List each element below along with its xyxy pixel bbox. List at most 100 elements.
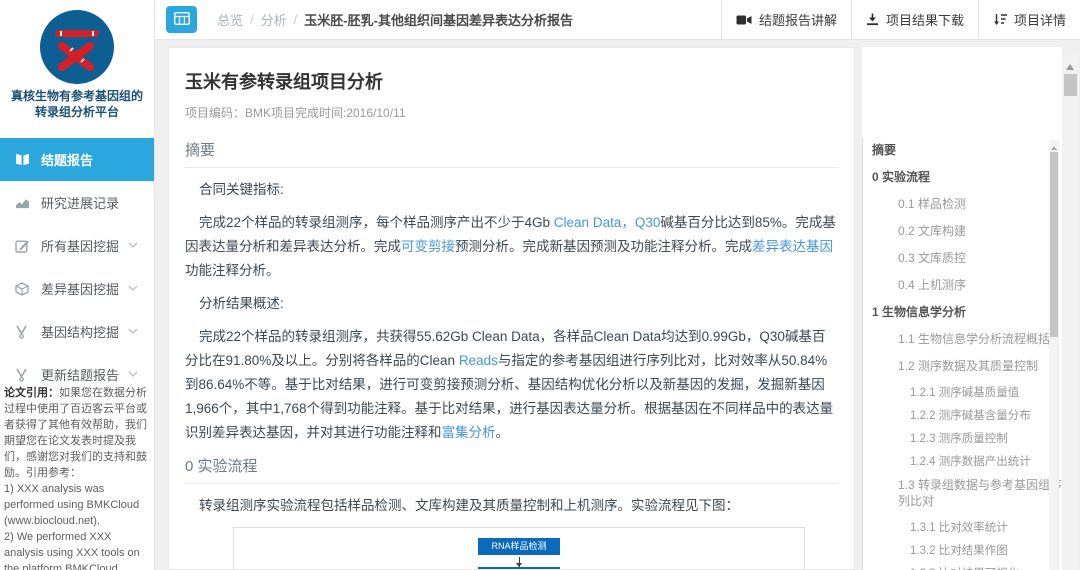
chevron-down-icon: [128, 285, 138, 291]
breadcrumb-separator: /: [294, 12, 298, 27]
inline-link[interactable]: Clean Data，Q30: [554, 215, 661, 230]
sidebar-menu: 结题报告研究进展记录所有基因挖掘差异基因挖掘基因结构挖掘更新结题报告: [0, 138, 154, 396]
sidebar-item-label: 更新结题报告: [41, 365, 119, 384]
toc-scrollbar-thumb[interactable]: [1050, 152, 1058, 337]
toc-item[interactable]: 1.3.1 比对效率统计: [872, 520, 1064, 536]
experiment-flowchart: RNA样品检测mRNA富集、反转录末端修复、3'加A连接接头PCR富集: [233, 527, 805, 570]
page-title: 玉米有参转录组项目分析: [185, 68, 838, 94]
toc-item[interactable]: 1.2 测序数据及其质量控制: [872, 358, 1064, 374]
inline-link[interactable]: 差异表达基因: [752, 239, 833, 254]
paragraph-text: 功能注释分析。: [185, 263, 280, 278]
sidebar-item-label: 差异基因挖掘: [41, 279, 119, 298]
platform-name: 真核生物有参考基因组的 转录组分析平台: [0, 88, 154, 120]
toc-scrollbar-up-arrow-icon[interactable]: [1051, 143, 1057, 150]
flowchart-steps: RNA样品检测mRNA富集、反转录末端修复、3'加A连接接头PCR富集: [234, 538, 804, 570]
sidebar-item-label: 所有基因挖掘: [41, 236, 119, 255]
sidebar-item-label: 研究进展记录: [41, 193, 119, 212]
report-paragraph: 合同关键指标:: [185, 178, 838, 202]
progress-chart-icon: [15, 195, 32, 210]
toc-left-border: [862, 138, 863, 570]
report-paragraph: 完成22个样品的转录组测序，共获得55.62Gb Clean Data，各样品C…: [185, 325, 838, 445]
paragraph-text: 。: [496, 425, 510, 440]
cube-icon: [15, 281, 32, 296]
toc-item[interactable]: 0.1 样品检测: [872, 196, 1064, 212]
citation-ref-1: 1) XXX analysis was performed using BMKC…: [4, 481, 150, 529]
toc-item[interactable]: 0 实验流程: [872, 169, 1064, 185]
abstract-paragraphs: 合同关键指标: 完成22个样品的转录组测序，每个样品测序产出不少于4Gb Clea…: [185, 178, 838, 445]
toc-item[interactable]: 1.3.2 比对结果作图: [872, 543, 1064, 559]
sidebar-item-label: 结题报告: [41, 150, 93, 169]
toc-item[interactable]: 1.2.2 测序碱基含量分布: [872, 408, 1064, 424]
section-divider: [185, 167, 838, 168]
toc-item[interactable]: 摘要: [872, 142, 1064, 158]
breadcrumb-link[interactable]: 分析: [261, 10, 287, 29]
inline-link[interactable]: 可变剪接: [401, 239, 455, 254]
menu-toggle-icon: [174, 12, 190, 28]
breadcrumb-separator: /: [250, 12, 254, 27]
sidebar-item-研究进展记录[interactable]: 研究进展记录: [0, 181, 154, 224]
sidebar-item-所有基因挖掘[interactable]: 所有基因挖掘: [0, 224, 154, 267]
inline-link[interactable]: 富集分析: [442, 425, 496, 440]
action-button-结题报告讲解[interactable]: 结题报告讲解: [721, 0, 851, 39]
action-button-label: 项目详情: [1014, 10, 1066, 29]
toc-item[interactable]: 1.2.1 测序碱基质量值: [872, 385, 1064, 401]
toc-item[interactable]: 1.3.3 比对结果可视化: [872, 566, 1064, 570]
citation-label: 论文引用：: [4, 387, 59, 399]
report-paragraph: 分析结果概述:: [185, 292, 838, 316]
inline-link[interactable]: Reads: [459, 353, 498, 368]
action-button-项目结果下载[interactable]: 项目结果下载: [851, 0, 978, 39]
page-scrollbar[interactable]: [1062, 55, 1079, 570]
toc-item[interactable]: 0.2 文库构建: [872, 223, 1064, 239]
report-content: 玉米有参转录组项目分析 项目编码：BMK项目完成时间:2016/10/11 摘要…: [168, 47, 855, 570]
toc-item[interactable]: 1.1 生物信息学分析流程概括: [872, 331, 1064, 347]
detail-icon: [993, 13, 1007, 26]
sidebar-item-基因结构挖掘[interactable]: 基因结构挖掘: [0, 310, 154, 353]
flow-arrow-down-icon: [519, 557, 520, 567]
topbar: 总览 / 分析 / 玉米胚-胚乳-其他组织间基因差异表达分析报告 结题报告讲解 项目结果下…: [155, 0, 1080, 40]
section-heading-experiment-flow: 0 实验流程: [185, 455, 838, 476]
paragraph-text: 分析结果概述:: [199, 296, 284, 311]
sidebar-item-差异基因挖掘[interactable]: 差异基因挖掘: [0, 267, 154, 310]
experiment-flow-intro: 转录组测序实验流程包括样品检测、文库构建及其质量控制和上机测序。实验流程见下图：: [185, 494, 838, 518]
topbar-actions: 结题报告讲解 项目结果下载 项目详情: [721, 0, 1080, 39]
chevron-down-icon: [128, 328, 138, 334]
toc-item[interactable]: 0.4 上机测序: [872, 277, 1064, 293]
logo-icon: [40, 10, 114, 84]
download-icon: [866, 13, 879, 26]
paragraph-text: 完成22个样品的转录组测序，每个样品测序产出不少于4Gb: [199, 215, 554, 230]
sidebar-item-label: 基因结构挖掘: [41, 322, 119, 341]
citation-text: 如果您在数据分析过程中使用了百迈客云平台或者获得了其他有效帮助，我们期望您在论文…: [4, 387, 147, 479]
menu-toggle-button[interactable]: [166, 6, 197, 33]
flow-step-box: RNA样品检测: [478, 538, 560, 555]
toc-list: 摘要 0 实验流程 0.1 样品检测 0.2 文库构建 0.3 文库质控 0.4 上机测序…: [872, 142, 1064, 570]
report-paragraph: 完成22个样品的转录组测序，每个样品测序产出不少于4Gb Clean Data，…: [185, 211, 838, 283]
section-divider: [185, 483, 838, 484]
citation-ref-2: 2) We performed XXX analysis using XXX t…: [4, 529, 150, 570]
branch-icon: [15, 324, 32, 339]
branch-icon: [15, 367, 32, 382]
chevron-down-icon: [128, 371, 138, 377]
section-heading-abstract: 摘要: [185, 139, 838, 160]
report-meta: 项目编码：BMK项目完成时间:2016/10/11: [185, 104, 838, 121]
page-scrollbar-up-arrow-icon[interactable]: [1066, 60, 1074, 70]
page-scrollbar-thumb[interactable]: [1064, 74, 1077, 96]
citation-note: 论文引用：如果您在数据分析过程中使用了百迈客云平台或者获得了其他有效帮助，我们期…: [4, 385, 150, 570]
breadcrumb: 总览 / 分析 / 玉米胚-胚乳-其他组织间基因差异表达分析报告: [217, 10, 573, 29]
sidebar: 真核生物有参考基因组的 转录组分析平台 结题报告研究进展记录所有基因挖掘差异基因…: [0, 0, 155, 570]
toc-item[interactable]: 1.2.3 测序质量控制: [872, 431, 1064, 447]
platform-logo: [40, 10, 114, 84]
toc-item[interactable]: 1.2.4 测序数据产出统计: [872, 454, 1064, 470]
sidebar-item-结题报告[interactable]: 结题报告: [0, 138, 154, 181]
video-icon: [736, 14, 752, 26]
paragraph-text: 合同关键指标:: [199, 182, 284, 197]
toc-item[interactable]: 1 生物信息学分析: [872, 304, 1064, 320]
edit-icon: [15, 238, 32, 253]
breadcrumb-current: 玉米胚-胚乳-其他组织间基因差异表达分析报告: [304, 10, 573, 29]
chevron-down-icon: [128, 242, 138, 248]
action-button-项目详情[interactable]: 项目详情: [978, 0, 1080, 39]
toc-item[interactable]: 1.3 转录组数据与参考基因组序列比对: [872, 477, 1064, 509]
breadcrumb-link[interactable]: 总览: [217, 10, 243, 29]
toc-item[interactable]: 0.3 文库质控: [872, 250, 1064, 266]
action-button-label: 项目结果下载: [886, 10, 964, 29]
action-button-label: 结题报告讲解: [759, 10, 837, 29]
